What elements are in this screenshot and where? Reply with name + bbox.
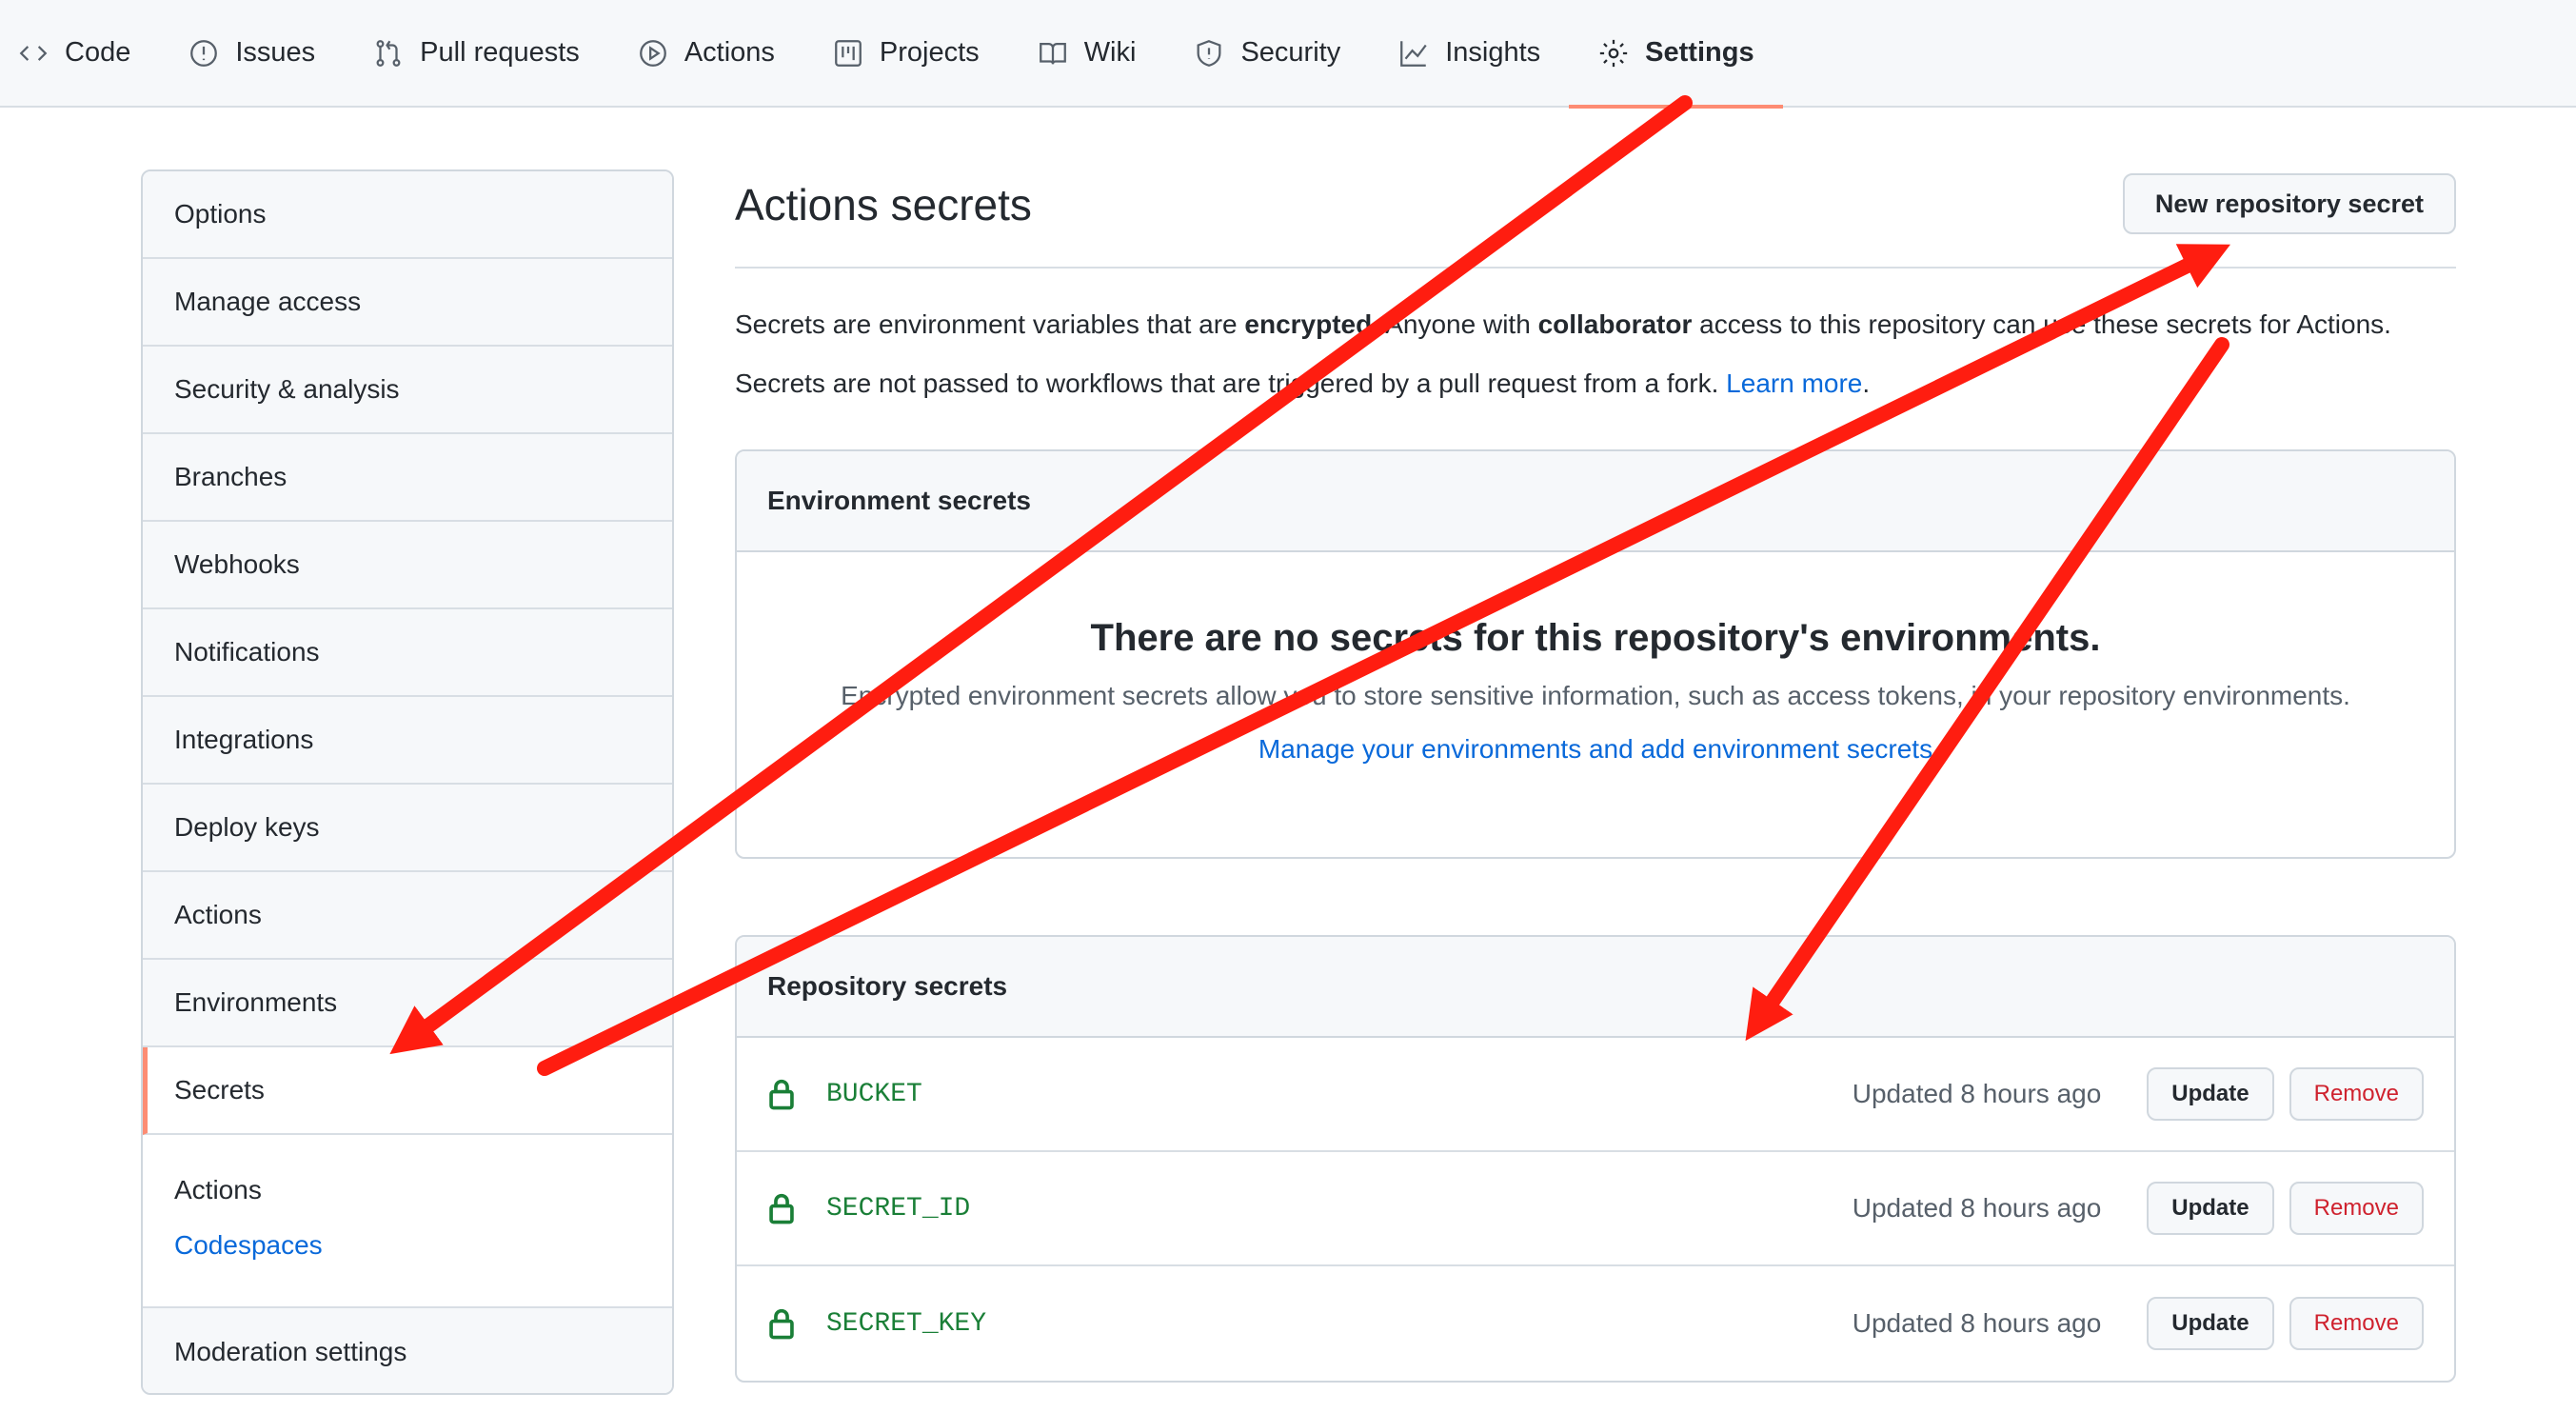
tab-issues-label: Issues [235, 37, 316, 68]
blank-slate-text: Encrypted environment secrets allow you … [841, 681, 2350, 710]
play-icon [639, 39, 666, 67]
sidebar-item-environments[interactable]: Environments [143, 960, 672, 1047]
secret-updated: Updated 8 hours ago [1852, 1308, 2102, 1338]
manage-environments-link[interactable]: Manage your environments and add environ… [1258, 734, 1932, 765]
repository-secrets-box: Repository secrets BUCKET Updated 8 hour… [735, 935, 2456, 1383]
secret-name: SECRET_ID [826, 1193, 971, 1224]
repo-nav: Code Issues Pull requests Actions Projec… [0, 0, 2576, 109]
tab-security[interactable]: Security [1164, 0, 1369, 107]
settings-sidebar: Options Manage access Security & analysi… [141, 169, 674, 1395]
tab-actions-label: Actions [684, 37, 775, 68]
environment-secrets-box: Environment secrets There are no secrets… [735, 449, 2456, 859]
tab-issues[interactable]: Issues [159, 0, 344, 107]
update-secret-button[interactable]: Update [2147, 1297, 2274, 1350]
secret-row: BUCKET Updated 8 hours ago Update Remove [737, 1038, 2454, 1152]
sidebar-item-branches[interactable]: Branches [143, 434, 672, 522]
desc1-mid: . Anyone with [1372, 309, 1538, 339]
description: Secrets are environment variables that a… [735, 295, 2456, 413]
tab-projects-label: Projects [879, 37, 980, 68]
sidebar-group-title: Actions [174, 1175, 262, 1204]
tab-wiki[interactable]: Wiki [1008, 0, 1165, 107]
tab-actions[interactable]: Actions [608, 0, 803, 107]
sidebar-item-deploy-keys[interactable]: Deploy keys [143, 785, 672, 872]
sidebar-group-actions: Actions Codespaces [143, 1135, 672, 1308]
description-line-1: Secrets are environment variables that a… [735, 295, 2456, 354]
code-icon [19, 45, 48, 61]
lock-icon [767, 1192, 796, 1224]
sidebar-item-webhooks[interactable]: Webhooks [143, 522, 672, 609]
secret-name: BUCKET [826, 1079, 922, 1109]
secret-updated: Updated 8 hours ago [1852, 1079, 2102, 1108]
tab-insights-label: Insights [1445, 37, 1541, 68]
tab-insights[interactable]: Insights [1369, 0, 1569, 107]
sidebar-link-codespaces[interactable]: Codespaces [174, 1230, 641, 1261]
sidebar-item-manage-access[interactable]: Manage access [143, 259, 672, 347]
secret-row: SECRET_KEY Updated 8 hours ago Update Re… [737, 1266, 2454, 1381]
tab-code[interactable]: Code [17, 0, 159, 107]
sidebar-item-integrations[interactable]: Integrations [143, 697, 672, 785]
remove-secret-button[interactable]: Remove [2289, 1067, 2424, 1121]
tab-projects[interactable]: Projects [803, 0, 1008, 107]
shield-icon [1197, 39, 1221, 67]
desc2-post: . [1862, 368, 1871, 398]
environment-blank-slate: There are no secrets for this repository… [737, 552, 2454, 765]
sidebar-item-notifications[interactable]: Notifications [143, 609, 672, 697]
desc1-pre: Secrets are environment variables that a… [735, 309, 1245, 339]
gear-icon [1600, 39, 1628, 67]
project-icon [835, 39, 862, 67]
environment-secrets-header: Environment secrets [737, 451, 2454, 552]
new-repository-secret-button[interactable]: New repository secret [2122, 173, 2456, 234]
tab-pull-requests-label: Pull requests [420, 37, 580, 68]
tab-settings-label: Settings [1645, 37, 1754, 68]
sidebar-item-actions[interactable]: Actions [143, 872, 672, 960]
main-content: Actions secrets New repository secret Se… [735, 169, 2456, 1383]
tab-pull-requests[interactable]: Pull requests [344, 0, 608, 107]
pull-request-icon [376, 39, 401, 67]
learn-more-link[interactable]: Learn more [1726, 368, 1862, 398]
secret-updated: Updated 8 hours ago [1852, 1193, 2102, 1223]
blank-slate-title: There are no secrets for this repository… [1090, 617, 2101, 659]
tab-security-label: Security [1240, 37, 1341, 68]
tab-settings[interactable]: Settings [1569, 0, 1783, 109]
book-icon [1039, 42, 1066, 65]
page-header: Actions secrets New repository secret [735, 169, 2456, 269]
sidebar-item-options[interactable]: Options [143, 171, 672, 259]
secret-row: SECRET_ID Updated 8 hours ago Update Rem… [737, 1152, 2454, 1266]
lock-icon [767, 1078, 796, 1110]
description-line-2: Secrets are not passed to workflows that… [735, 354, 2456, 413]
desc1-post: access to this repository can use these … [1692, 309, 2391, 339]
tab-wiki-label: Wiki [1083, 37, 1137, 68]
desc2-pre: Secrets are not passed to workflows that… [735, 368, 1727, 398]
graph-icon [1400, 40, 1427, 67]
desc1-encrypted: encrypted [1244, 309, 1373, 339]
lock-icon [767, 1307, 796, 1340]
update-secret-button[interactable]: Update [2147, 1067, 2274, 1121]
sidebar-item-security-analysis[interactable]: Security & analysis [143, 347, 672, 434]
issue-icon [190, 39, 218, 67]
remove-secret-button[interactable]: Remove [2289, 1297, 2424, 1350]
repository-secrets-header: Repository secrets [737, 937, 2454, 1038]
update-secret-button[interactable]: Update [2147, 1182, 2274, 1235]
page-title: Actions secrets [735, 180, 1032, 229]
sidebar-item-secrets[interactable]: Secrets [143, 1047, 672, 1135]
remove-secret-button[interactable]: Remove [2289, 1182, 2424, 1235]
sidebar-item-moderation-settings[interactable]: Moderation settings [143, 1308, 672, 1393]
secret-name: SECRET_KEY [826, 1308, 987, 1339]
desc1-collaborator: collaborator [1537, 309, 1693, 339]
tab-code-label: Code [65, 37, 131, 68]
